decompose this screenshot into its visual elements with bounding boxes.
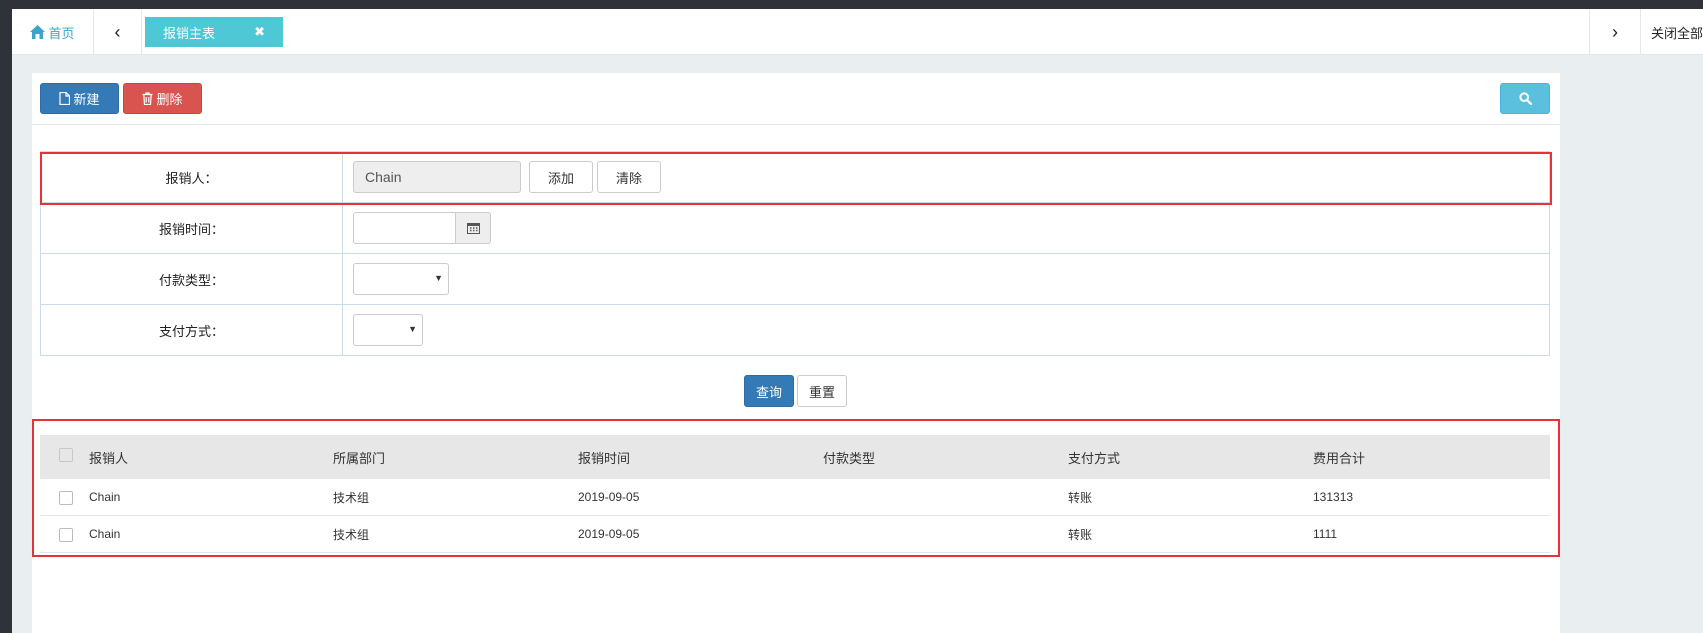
form-row-payment-type: 付款类型： ▼ (40, 253, 1550, 305)
form-row-person: 报销人： Chain 添加 清除 (40, 151, 1550, 203)
close-all-tabs-button[interactable]: 关闭全部 (1641, 9, 1703, 55)
header-total[interactable]: 费用合计 (1313, 435, 1365, 479)
row-checkbox[interactable] (59, 491, 73, 505)
header-payment-method[interactable]: 支付方式 (1068, 435, 1120, 479)
cell-department: 技术组 (333, 527, 370, 542)
clear-person-button[interactable]: 清除 (597, 161, 661, 193)
tab-scroll-left-button[interactable]: ‹ (94, 9, 142, 55)
payment-method-label: 支付方式： (40, 304, 343, 356)
table-header: 报销人 所属部门 报销时间 付款类型 支付方式 费用合计 (40, 435, 1550, 479)
new-button-label: 新建 (73, 92, 100, 107)
reset-button[interactable]: 重置 (797, 375, 847, 407)
date-label: 报销时间： (40, 202, 343, 254)
tab-label: 报销主表 (163, 25, 216, 41)
select-all-checkbox[interactable] (59, 448, 73, 462)
person-label: 报销人： (40, 151, 343, 203)
payment-method-select[interactable]: ▼ (353, 314, 423, 346)
header-payment-type[interactable]: 付款类型 (823, 435, 875, 479)
left-sidebar-strip (0, 0, 12, 633)
file-icon (59, 92, 71, 105)
form-row-payment-method: 支付方式： ▼ (40, 304, 1550, 356)
search-form: 报销人： Chain 添加 清除 报销时间： 付款类型： ▼ 支付方式： ▼ (40, 151, 1550, 356)
cell-payment-method: 转账 (1068, 527, 1093, 542)
delete-button-label: 删除 (156, 92, 183, 107)
cell-date: 2019-09-05 (578, 490, 640, 504)
payment-type-select[interactable]: ▼ (353, 263, 449, 295)
search-toggle-button[interactable] (1500, 83, 1550, 114)
cell-payment-method: 转账 (1068, 490, 1093, 505)
row-checkbox[interactable] (59, 528, 73, 542)
cell-person: Chain (89, 490, 121, 504)
header-date[interactable]: 报销时间 (578, 435, 630, 479)
date-field[interactable] (353, 212, 456, 244)
delete-button[interactable]: 删除 (123, 83, 202, 114)
close-icon[interactable]: ✖ (254, 24, 265, 40)
calendar-button[interactable] (455, 212, 491, 244)
query-button[interactable]: 查询 (744, 375, 794, 407)
table-row[interactable]: Chain 技术组 2019-09-05 转账 131313 (40, 479, 1550, 516)
main-panel: 新建 删除 报销人： Chain 添加 清除 报销时间： 付款类型： ▼ 支付方… (32, 73, 1560, 633)
dropdown-arrow-icon: ▼ (434, 273, 443, 283)
header-department[interactable]: 所属部门 (333, 435, 385, 479)
table-row[interactable]: Chain 技术组 2019-09-05 转账 1111 (40, 516, 1550, 553)
search-icon (1518, 92, 1532, 105)
cell-department: 技术组 (333, 490, 370, 505)
payment-type-label: 付款类型： (40, 253, 343, 305)
tab-scroll-right-button[interactable]: › (1589, 9, 1641, 55)
results-table: 报销人 所属部门 报销时间 付款类型 支付方式 费用合计 Chain 技术组 2… (40, 435, 1550, 553)
cell-total: 131313 (1313, 490, 1354, 504)
tab-home-label: 首页 (48, 25, 75, 41)
add-person-button[interactable]: 添加 (529, 161, 593, 193)
person-field[interactable]: Chain (353, 161, 521, 193)
toolbar: 新建 删除 (32, 73, 1560, 125)
cell-person: Chain (89, 527, 121, 541)
new-button[interactable]: 新建 (40, 83, 119, 114)
dropdown-arrow-icon: ▼ (408, 324, 417, 334)
header-person[interactable]: 报销人 (89, 435, 128, 479)
top-header-strip (12, 0, 1703, 9)
tab-home[interactable]: 首页 (12, 9, 94, 55)
home-icon (30, 25, 46, 39)
trash-icon (142, 92, 153, 105)
calendar-icon (466, 223, 480, 234)
form-row-date: 报销时间： (40, 202, 1550, 254)
cell-total: 1111 (1313, 527, 1338, 541)
tab-reimbursement-main[interactable]: 报销主表 ✖ (145, 17, 283, 47)
cell-date: 2019-09-05 (578, 527, 640, 541)
tab-bar: 首页 ‹ 报销主表 ✖ › 关闭全部 (12, 9, 1703, 55)
